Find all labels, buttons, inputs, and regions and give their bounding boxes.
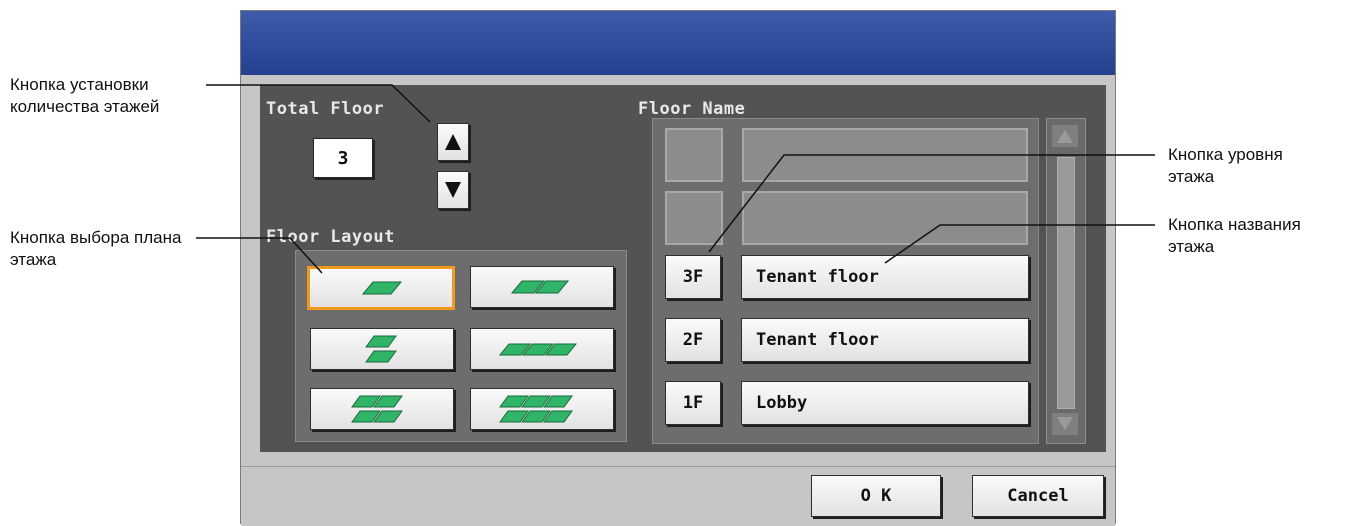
annotation-floor-level-button: Кнопка уровня этажа [1168,145,1283,186]
annotation-floor-name-button: Кнопка названия этажа [1168,215,1301,256]
annotation-floor-count-button: Кнопка установки количества этажей [10,75,160,116]
annotation-floor-layout-button: Кнопка выбора плана этажа [10,228,182,269]
